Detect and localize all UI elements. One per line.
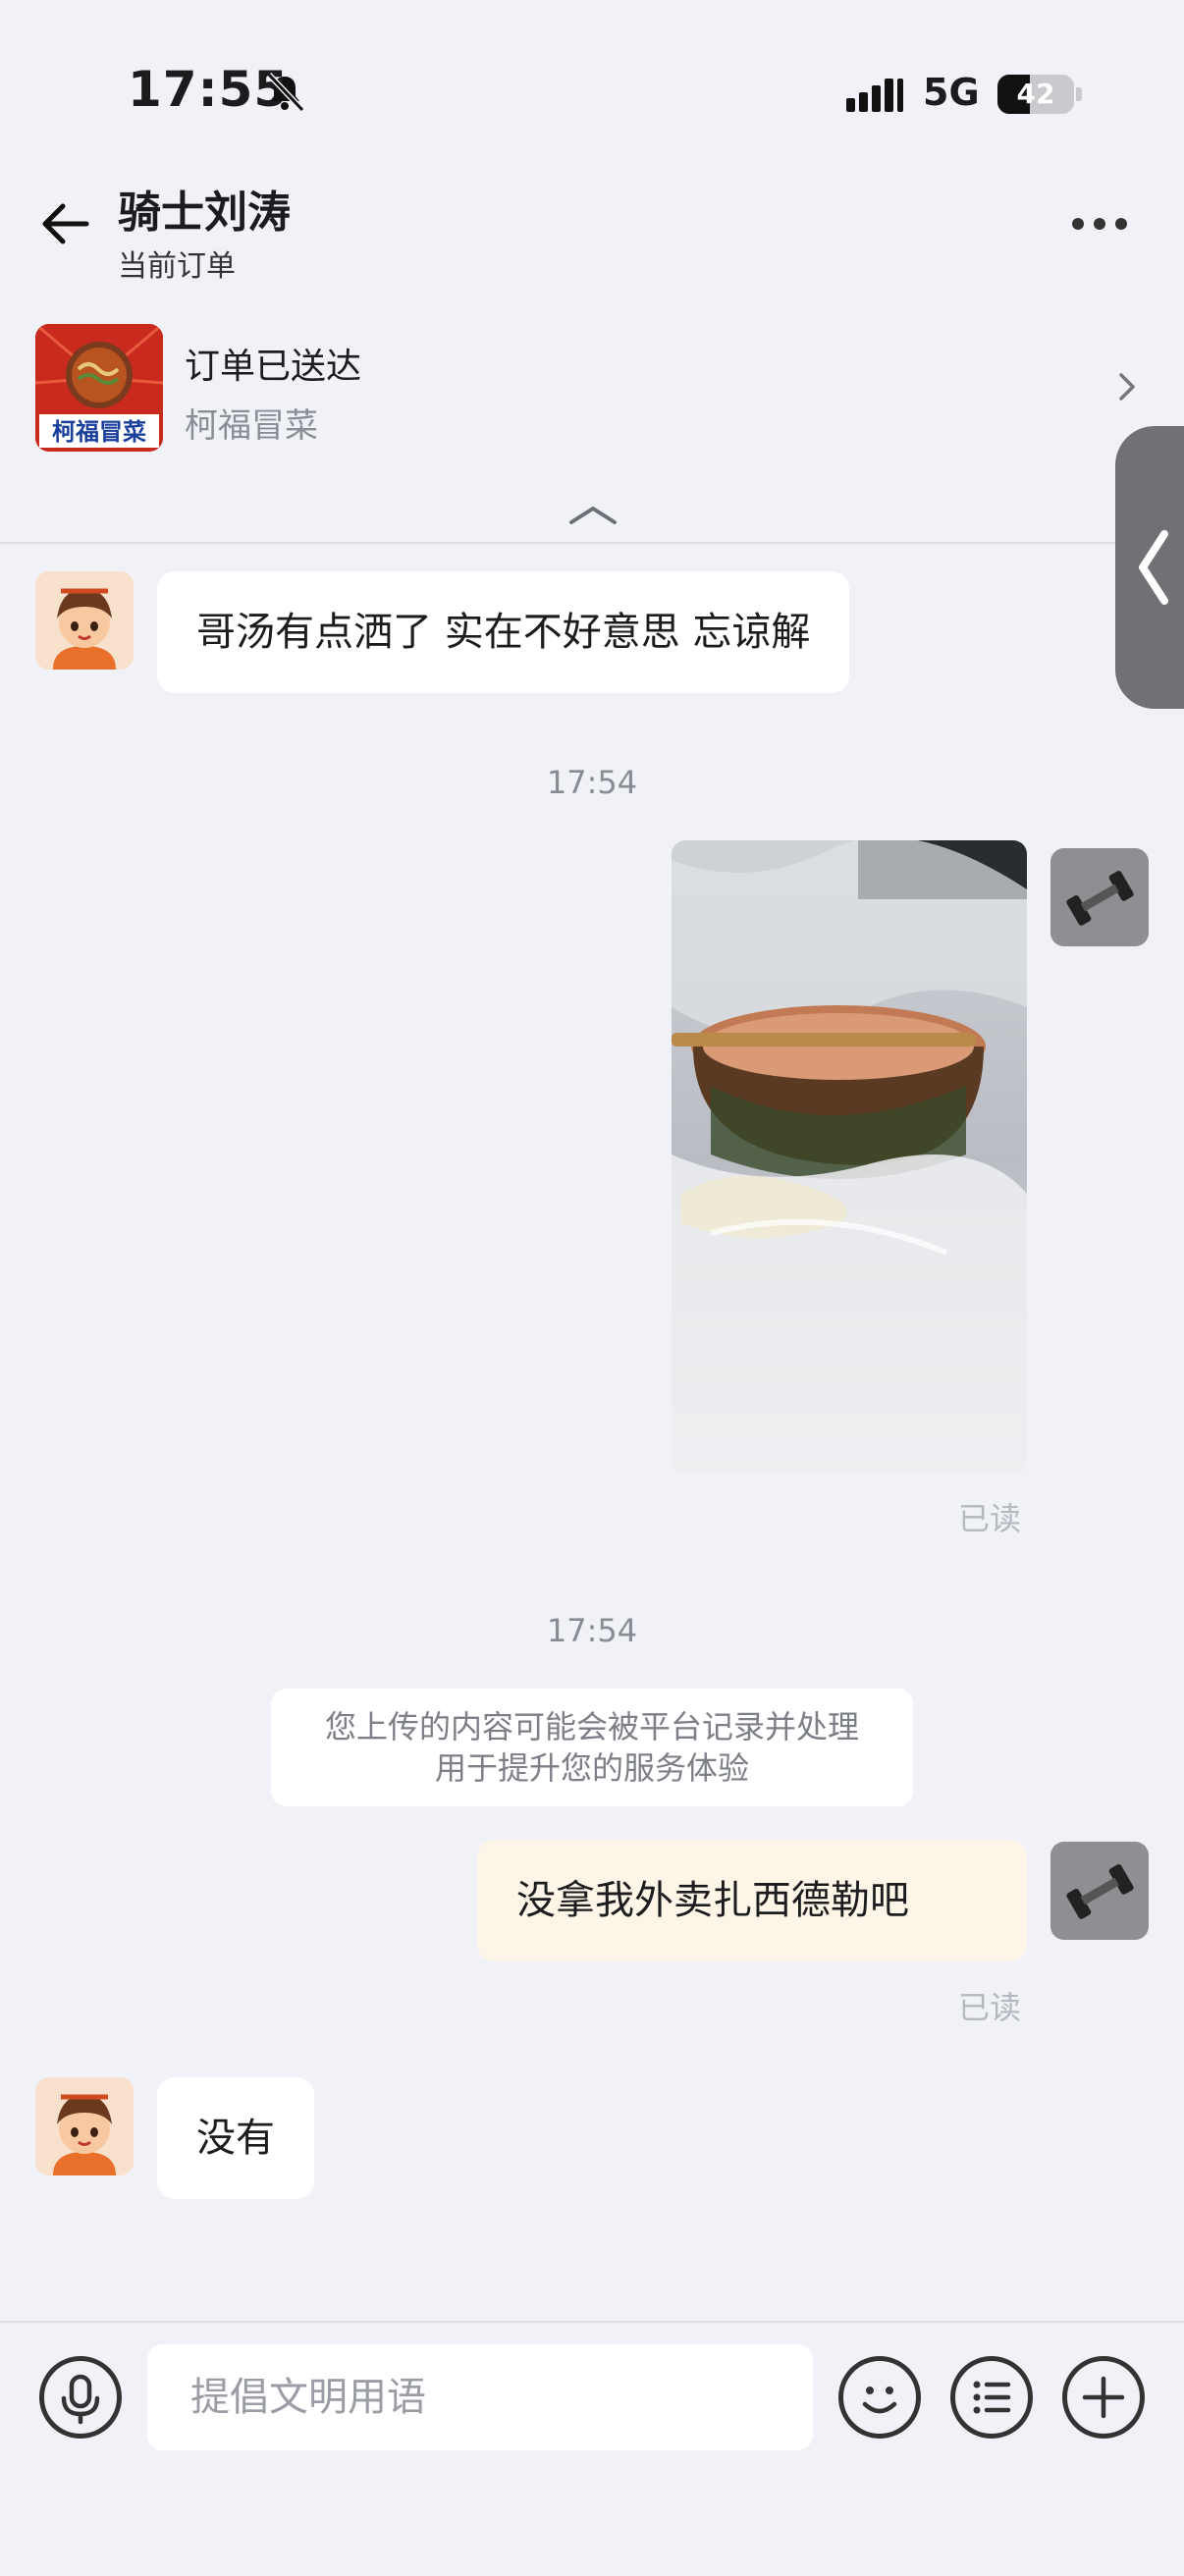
chat-title: 骑士刘涛: [118, 188, 291, 238]
food-photo[interactable]: [672, 840, 1027, 1475]
network-label: 5G: [923, 71, 980, 114]
rider-message-bubble[interactable]: 哥汤有点洒了 实在不好意思 忘谅解: [157, 571, 850, 693]
chat-subtitle: 当前订单: [118, 249, 236, 284]
collapse-chevron-icon[interactable]: [567, 503, 619, 526]
user-avatar[interactable]: [1050, 1842, 1149, 1940]
order-card[interactable]: [0, 314, 1184, 461]
svg-text:柯福冒菜: 柯福冒菜: [52, 418, 146, 446]
order-status: 订单已送达: [185, 347, 362, 387]
shop-name: 柯福冒菜: [185, 406, 318, 446]
back-arrow-icon[interactable]: [37, 196, 92, 251]
smiley-icon: [862, 2387, 897, 2414]
notice-line-2: 用于提升您的服务体验: [434, 1749, 749, 1787]
list-icon: [973, 2381, 1011, 2414]
notice-line-1: 您上传的内容可能会被平台记录并处理: [324, 1708, 859, 1745]
cellular-signal-icon: [846, 77, 905, 112]
rider-avatar[interactable]: [35, 2077, 134, 2175]
chevron-right-icon[interactable]: [1113, 369, 1143, 404]
chevron-left-icon: [1139, 530, 1168, 605]
side-drawer-tab[interactable]: [1115, 426, 1184, 709]
rider-avatar[interactable]: [35, 571, 134, 670]
battery-icon: 42: [997, 75, 1074, 114]
more-actions-button[interactable]: [1062, 2356, 1145, 2439]
quick-phrases-button[interactable]: [950, 2356, 1033, 2439]
read-receipt: 已读: [958, 1500, 1022, 1537]
system-notice: 您上传的内容可能会被平台记录并处理 用于提升您的服务体验: [271, 1689, 913, 1806]
more-options-icon[interactable]: [1072, 218, 1131, 232]
bell-mute-icon: [266, 72, 305, 113]
timestamp: 17:54: [546, 1612, 638, 1649]
rider-message-bubble[interactable]: 没有: [157, 2077, 314, 2199]
read-receipt: 已读: [958, 1989, 1022, 2026]
shop-logo: 柯福冒菜: [35, 324, 163, 452]
user-message-bubble[interactable]: 没拿我外卖扎西德勒吧: [477, 1840, 1027, 1961]
message-input[interactable]: [147, 2344, 813, 2450]
divider: [0, 542, 1184, 544]
voice-input-button[interactable]: [39, 2356, 122, 2439]
battery-level: 42: [1016, 78, 1055, 110]
battery-cap: [1076, 87, 1082, 101]
microphone-icon: [61, 2374, 100, 2425]
emoji-button[interactable]: [838, 2356, 921, 2439]
timestamp: 17:54: [546, 764, 638, 801]
user-avatar[interactable]: [1050, 848, 1149, 946]
plus-icon: [1082, 2376, 1125, 2419]
